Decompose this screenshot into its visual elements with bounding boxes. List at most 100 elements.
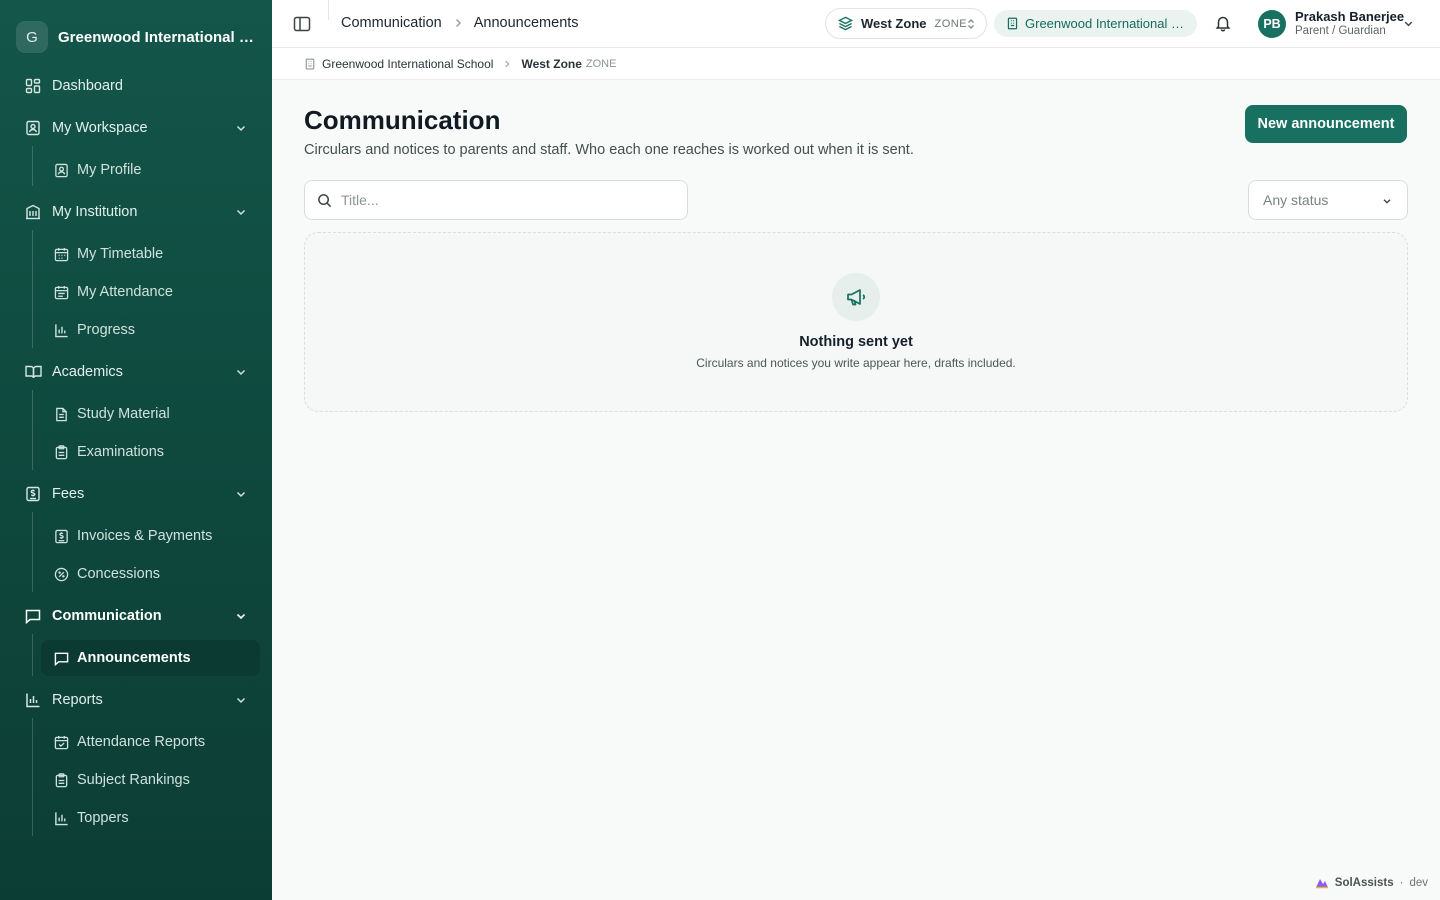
sidebar-item-examinations[interactable]: Examinations [41, 434, 260, 470]
chevron-down-icon [234, 205, 248, 219]
sidebar-item-label: My Attendance [77, 284, 173, 300]
calendar-check-icon [53, 734, 69, 750]
bell-icon[interactable] [1214, 14, 1232, 32]
empty-state-description: Circulars and notices you write appear h… [696, 356, 1016, 370]
sidebar-toggle-icon[interactable] [292, 14, 312, 34]
chevron-right-icon [502, 59, 512, 69]
sidebar-item-label: Concessions [77, 566, 161, 582]
breadcrumb-announcements: Announcements [473, 15, 579, 31]
chevron-right-icon [452, 17, 464, 29]
chevron-up-down-icon [966, 18, 976, 30]
top-bar: Communication Announcements West Zone ZO… [272, 0, 1440, 48]
sidebar-item-label: Attendance Reports [77, 734, 206, 750]
sidebar-item-label: Study Material [77, 406, 170, 422]
megaphone-icon [832, 273, 880, 321]
user-menu[interactable]: PB Prakash Banerjee Parent / Guardian [1258, 9, 1404, 39]
sidebar-group-academics[interactable]: Academics [16, 354, 260, 390]
sidebar-item-label: Toppers [77, 810, 129, 826]
sidebar-item-announcements[interactable]: Announcements [41, 640, 260, 676]
chevron-down-icon [234, 487, 248, 501]
brand[interactable]: G Greenwood International School [16, 20, 266, 54]
sidebar-group-label: Academics [52, 364, 123, 380]
user-name: Prakash Banerjee [1295, 9, 1405, 24]
sidebar-item-my-profile[interactable]: My Profile [41, 152, 260, 188]
empty-state: Nothing sent yet Circulars and notices y… [304, 232, 1408, 412]
user-role: Parent / Guardian [1295, 25, 1386, 37]
calendar-grid-icon [53, 246, 69, 262]
building-icon [304, 58, 316, 70]
document-icon [53, 406, 69, 422]
status-filter-select[interactable]: Any status [1248, 180, 1408, 220]
footer-separator: · [1399, 877, 1404, 889]
sidebar-item-label: Subject Rankings [77, 772, 190, 788]
discount-icon [53, 566, 69, 582]
search-input[interactable] [341, 192, 661, 208]
school-name: Greenwood International School [1025, 16, 1185, 31]
context-school[interactable]: Greenwood International School [322, 57, 493, 71]
chevron-down-icon[interactable] [1402, 17, 1415, 30]
sidebar-item-attendance-reports[interactable]: Attendance Reports [41, 724, 260, 760]
chevron-down-icon [234, 693, 248, 707]
chevron-down-icon [234, 121, 248, 135]
context-breadcrumb: Greenwood International School West Zone… [272, 48, 1440, 80]
building-icon [24, 203, 42, 221]
empty-state-title: Nothing sent yet [799, 334, 913, 350]
sidebar-item-label: Dashboard [52, 78, 123, 94]
breadcrumb-communication[interactable]: Communication [341, 15, 442, 31]
sidebar-group-my-workspace[interactable]: My Workspace [16, 110, 260, 146]
sidebar-item-label: Examinations [77, 444, 165, 460]
logo-icon [1315, 877, 1329, 889]
sidebar-item-invoices-payments[interactable]: Invoices & Payments [41, 518, 260, 554]
footer-brand: SolAssists [1334, 877, 1394, 889]
sidebar-sub-line [32, 390, 33, 470]
sidebar-item-label: Invoices & Payments [77, 528, 213, 544]
sidebar-item-label: Progress [77, 322, 136, 338]
page-title: Communication [304, 105, 501, 135]
sidebar-item-label: My Timetable [77, 246, 164, 262]
new-announcement-button[interactable]: New announcement [1245, 105, 1407, 143]
sidebar-item-label: My Profile [77, 162, 142, 178]
sidebar-item-my-timetable[interactable]: My Timetable [41, 236, 260, 272]
zone-tag: ZONE [934, 17, 968, 30]
sidebar-item-progress[interactable]: Progress [41, 312, 260, 348]
sidebar-group-my-institution[interactable]: My Institution [16, 194, 260, 230]
sidebar-group-label: Communication [52, 608, 162, 624]
sidebar-item-my-attendance[interactable]: My Attendance [41, 274, 260, 310]
message-square-icon [53, 650, 69, 666]
sidebar-group-communication[interactable]: Communication [16, 598, 260, 634]
footer-env: dev [1409, 877, 1428, 889]
id-badge-icon [24, 119, 42, 137]
sidebar-item-dashboard[interactable]: Dashboard [16, 68, 260, 104]
sidebar: G Greenwood International School Dashboa… [0, 0, 272, 900]
sidebar-item-subject-rankings[interactable]: Subject Rankings [41, 762, 260, 798]
receipt-icon [53, 528, 69, 544]
chevron-down-icon [1381, 195, 1393, 207]
sidebar-sub-line [32, 146, 33, 186]
status-filter-value: Any status [1263, 192, 1329, 208]
building-icon [1006, 17, 1019, 30]
sidebar-group-label: Fees [52, 486, 85, 502]
sidebar-group-reports[interactable]: Reports [16, 682, 260, 718]
sidebar-group-label: My Institution [52, 204, 138, 220]
context-zone-tag: ZONE [585, 57, 617, 70]
page-description: Circulars and notices to parents and sta… [304, 142, 914, 158]
sidebar-item-toppers[interactable]: Toppers [41, 800, 260, 836]
message-square-icon [24, 607, 42, 625]
avatar: PB [1258, 10, 1286, 38]
search-box [304, 180, 688, 220]
book-open-icon [24, 363, 42, 381]
sidebar-item-study-material[interactable]: Study Material [41, 396, 260, 432]
search-icon [317, 193, 332, 208]
sidebar-group-label: Reports [52, 692, 103, 708]
dashboard-icon [24, 77, 42, 95]
sidebar-group-fees[interactable]: Fees [16, 476, 260, 512]
brand-badge: G [16, 21, 48, 53]
clipboard-icon [53, 772, 69, 788]
zone-switcher[interactable]: West Zone ZONE [825, 8, 987, 39]
sidebar-item-concessions[interactable]: Concessions [41, 556, 260, 592]
breadcrumb: Communication Announcements [341, 15, 579, 31]
chevron-down-icon [234, 365, 248, 379]
sidebar-sub-line [32, 512, 33, 592]
bar-chart-icon [53, 322, 69, 338]
school-selector[interactable]: Greenwood International School [994, 10, 1197, 37]
